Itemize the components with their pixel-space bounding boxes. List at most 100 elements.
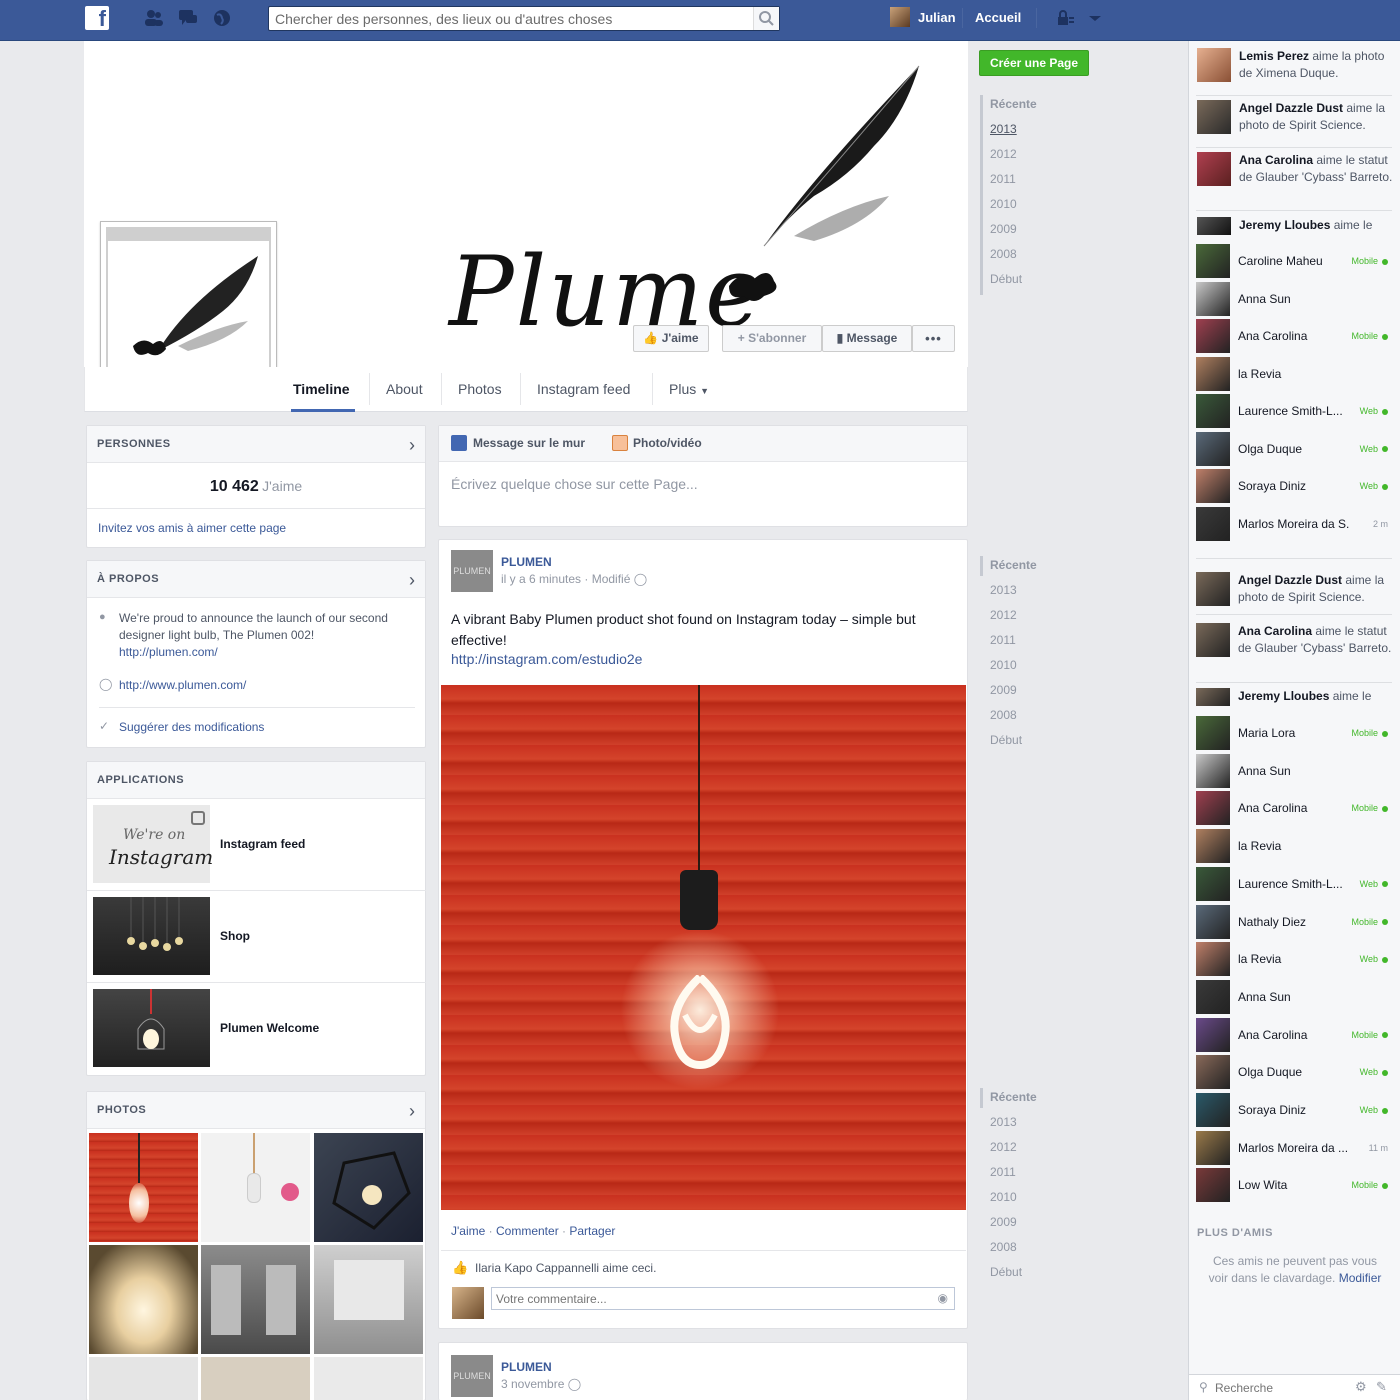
globe-icon[interactable]	[212, 9, 232, 27]
privacy-icon[interactable]	[1055, 9, 1075, 27]
photo-thumbnail[interactable]	[201, 1245, 310, 1354]
timeline-nav-year[interactable]: 2011	[990, 633, 1016, 647]
facebook-logo[interactable]: f	[85, 6, 109, 31]
about-description-link[interactable]: http://plumen.com/	[119, 645, 218, 659]
post-author-name[interactable]: PLUMEN	[501, 1360, 552, 1374]
timeline-nav-start[interactable]: Début	[990, 1265, 1022, 1279]
timeline-nav-year[interactable]: 2010	[990, 658, 1017, 672]
home-link[interactable]: Accueil	[975, 10, 1021, 25]
new-message-icon[interactable]: ✎	[1376, 1379, 1387, 1395]
chat-friend-row[interactable]: Olga Duque Web	[1196, 1055, 1392, 1090]
post-author-name[interactable]: PLUMEN	[501, 555, 552, 569]
chat-friend-row[interactable]: Laurence Smith-L... Web	[1196, 394, 1392, 428]
chat-friend-row[interactable]: Nathaly Diez Mobile	[1196, 904, 1392, 939]
timeline-nav-year[interactable]: 2010	[990, 1190, 1017, 1204]
invite-friends-link[interactable]: Invitez vos amis à aimer cette page	[98, 521, 286, 535]
timeline-nav-year[interactable]: 2009	[990, 683, 1017, 697]
timeline-nav-start[interactable]: Début	[990, 733, 1022, 747]
user-avatar[interactable]	[890, 7, 910, 27]
app-item-shop[interactable]: Shop	[87, 891, 426, 983]
ticker-story[interactable]: Angel Dazzle Dust aime la photo de Spiri…	[1196, 572, 1392, 612]
chat-friend-row[interactable]: Ana Carolina Mobile	[1196, 1017, 1392, 1052]
timeline-nav-year[interactable]: 2011	[990, 1165, 1016, 1179]
ticker-story[interactable]: Angel Dazzle Dust aime la photo de Spiri…	[1197, 100, 1393, 140]
follow-button[interactable]: + S'abonner	[722, 325, 822, 352]
timeline-nav-year[interactable]: 2012	[990, 608, 1017, 622]
chat-friend-row[interactable]: Anna Sun	[1196, 281, 1392, 316]
ticker-story[interactable]: Ana Carolina aime le statut de Glauber '…	[1197, 152, 1393, 208]
ticker-story[interactable]: Jeremy Lloubes aime le	[1196, 688, 1392, 706]
timeline-nav-year[interactable]: 2008	[990, 708, 1017, 722]
chat-friend-row[interactable]: Low Wita Mobile	[1196, 1168, 1392, 1203]
post-timestamp[interactable]: 3 novembre	[501, 1377, 564, 1391]
photo-thumbnail[interactable]	[314, 1245, 423, 1354]
post-link[interactable]: http://instagram.com/estudio2e	[451, 651, 642, 667]
more-friends-edit-link[interactable]: Modifier	[1339, 1271, 1382, 1285]
camera-icon[interactable]: ◉	[938, 1291, 948, 1305]
message-button[interactable]: ▮ Message	[822, 325, 912, 352]
photo-thumbnail[interactable]	[201, 1357, 310, 1400]
photo-thumbnail[interactable]	[314, 1133, 423, 1242]
post-author-avatar[interactable]: PLUMEN	[451, 550, 493, 592]
photo-thumbnail[interactable]	[314, 1357, 423, 1400]
like-page-button[interactable]: 👍 J'aime	[633, 325, 709, 352]
chat-friend-row[interactable]: Marlos Moreira da ... 11 m	[1196, 1130, 1392, 1165]
ticker-story[interactable]: Jeremy Lloubes aime le	[1197, 217, 1393, 235]
chat-friend-row[interactable]: Anna Sun	[1196, 753, 1392, 788]
comment-input[interactable]	[492, 1288, 912, 1309]
post-likes-text[interactable]: Ilaria Kapo Cappannelli aime ceci.	[475, 1261, 656, 1275]
timeline-nav-recent[interactable]: Récente	[990, 97, 1037, 111]
photo-thumbnail[interactable]	[89, 1133, 198, 1242]
tab-about[interactable]: About	[386, 381, 423, 397]
search-button[interactable]	[753, 7, 779, 30]
timeline-nav-year[interactable]: 2013	[990, 1115, 1017, 1129]
photo-thumbnail[interactable]	[89, 1357, 198, 1400]
chat-friend-row[interactable]: Ana Carolina Mobile	[1196, 791, 1392, 826]
chat-friend-row[interactable]: Soraya Diniz Web	[1196, 469, 1392, 503]
app-item-plumen-welcome[interactable]: Plumen Welcome	[87, 983, 426, 1075]
chat-friend-row[interactable]: Marlos Moreira da S... 2 m	[1196, 506, 1392, 541]
post-share-link[interactable]: Partager	[569, 1224, 615, 1238]
chat-friend-row[interactable]: Anna Sun	[1196, 979, 1392, 1014]
ticker-story[interactable]: Lemis Perez aime la photo de Ximena Duqu…	[1197, 48, 1393, 88]
chat-friend-row[interactable]: Soraya Diniz Web	[1196, 1093, 1392, 1127]
chat-friend-row[interactable]: Ana Carolina Mobile	[1196, 319, 1392, 353]
chat-friend-row[interactable]: Maria Lora Mobile	[1196, 716, 1392, 750]
more-options-button[interactable]: •••	[912, 325, 955, 352]
post-comment-link[interactable]: Commenter	[496, 1224, 559, 1238]
timeline-nav-year[interactable]: 2008	[990, 247, 1017, 261]
friends-icon[interactable]	[144, 9, 164, 27]
tab-instagram-feed[interactable]: Instagram feed	[537, 381, 630, 397]
chat-friend-row[interactable]: Laurence Smith-L... Web	[1196, 866, 1392, 901]
search-input[interactable]	[269, 7, 749, 30]
timeline-nav-recent[interactable]: Récente	[990, 1090, 1037, 1104]
people-card-header[interactable]: PERSONNES ›	[87, 426, 425, 463]
tab-more[interactable]: Plus ▼	[669, 381, 709, 397]
timeline-nav-year[interactable]: 2013	[990, 583, 1017, 597]
suggest-edits-link[interactable]: Suggérer des modifications	[119, 720, 264, 734]
timeline-nav-recent[interactable]: Récente	[990, 558, 1037, 572]
about-card-header[interactable]: À PROPOS ›	[87, 561, 425, 598]
timeline-nav-year[interactable]: 2011	[990, 172, 1016, 186]
chat-friend-row[interactable]: Olga Duque Web	[1196, 431, 1392, 466]
timeline-nav-start[interactable]: Début	[990, 272, 1022, 286]
messages-icon[interactable]	[178, 9, 198, 27]
chat-friend-row[interactable]: Caroline Maheu Mobile	[1196, 244, 1392, 278]
chat-friend-row[interactable]: la Revia	[1196, 356, 1392, 391]
ticker-story[interactable]: Ana Carolina aime le statut de Glauber '…	[1196, 623, 1392, 679]
chat-search-input[interactable]	[1215, 1379, 1335, 1397]
user-name-link[interactable]: Julian	[918, 10, 956, 25]
composer-input[interactable]: Écrivez quelque chose sur cette Page...	[451, 476, 698, 492]
post-timestamp[interactable]: il y a 6 minutes · Modifié	[501, 572, 630, 586]
timeline-nav-year[interactable]: 2010	[990, 197, 1017, 211]
post-author-avatar[interactable]: PLUMEN	[451, 1355, 493, 1397]
settings-gear-icon[interactable]: ⚙	[1355, 1379, 1367, 1395]
chat-friend-row[interactable]: la Revia Web	[1196, 942, 1392, 977]
create-page-button[interactable]: Créer une Page	[979, 50, 1089, 76]
timeline-nav-year[interactable]: 2012	[990, 147, 1017, 161]
tab-timeline[interactable]: Timeline	[293, 381, 350, 397]
tab-photos[interactable]: Photos	[458, 381, 502, 397]
app-item-instagram-feed[interactable]: We're on Instagram Instagram feed	[87, 799, 426, 891]
post-like-link[interactable]: J'aime	[451, 1224, 485, 1238]
composer-tab-post[interactable]: Message sur le mur	[473, 436, 585, 450]
